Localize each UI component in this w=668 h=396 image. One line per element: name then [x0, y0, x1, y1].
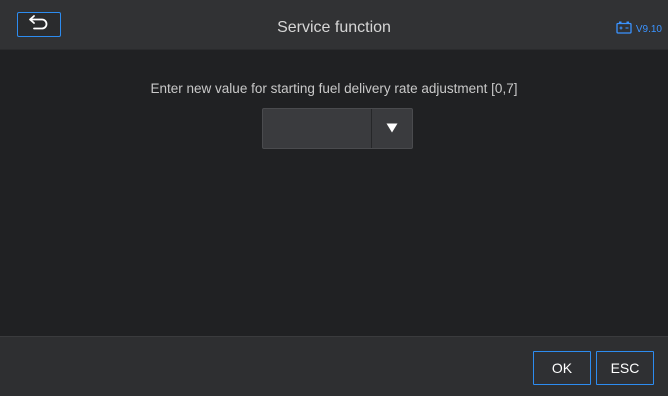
bottom-bar: OK ESC	[0, 336, 668, 396]
top-bar: Service function V9.10	[0, 0, 668, 50]
main-content: Enter new value for starting fuel delive…	[0, 50, 668, 336]
page-title: Service function	[277, 19, 391, 36]
prompt-text: Enter new value for starting fuel delive…	[150, 81, 518, 96]
dropdown-value	[263, 109, 373, 148]
triangle-down-icon	[386, 120, 398, 138]
screen: Service function V9.10 Enter new value f…	[0, 0, 668, 396]
back-button[interactable]	[17, 12, 61, 37]
dropdown-arrow-button[interactable]	[371, 109, 412, 148]
version-indicator: V9.10	[616, 21, 662, 37]
esc-button[interactable]: ESC	[596, 351, 654, 385]
version-label: V9.10	[635, 23, 662, 35]
ok-button[interactable]: OK	[533, 351, 591, 385]
battery-icon	[616, 21, 632, 37]
return-arrow-icon	[28, 14, 50, 35]
value-dropdown[interactable]	[262, 108, 413, 149]
